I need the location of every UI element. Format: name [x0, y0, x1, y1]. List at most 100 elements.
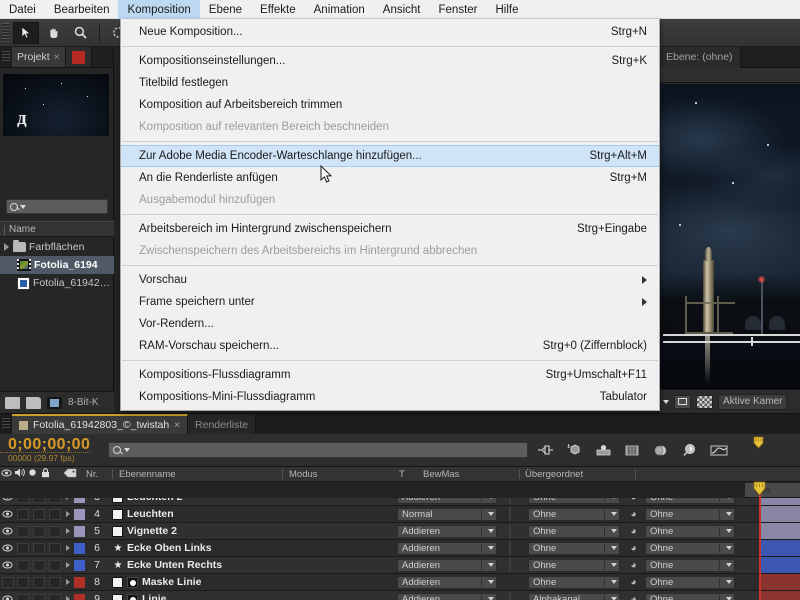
trackmatte-toggle[interactable]: [509, 498, 511, 504]
menu-item-11[interactable]: Frame speichern unter: [121, 291, 659, 313]
solo-toggle[interactable]: [33, 560, 45, 571]
menu-bearbeiten[interactable]: Bearbeiten: [45, 0, 119, 19]
menu-fenster[interactable]: Fenster: [430, 0, 487, 19]
track-matte-select[interactable]: Ohne: [528, 576, 620, 589]
solo-toggle[interactable]: [33, 577, 45, 588]
layer-name[interactable]: Ecke Oben Links: [127, 542, 212, 554]
timeline-layer-row[interactable]: 6★Ecke Oben LinksAddierenOhne◕Ohne: [0, 540, 800, 557]
layer-label-swatch[interactable]: [74, 560, 85, 571]
timeline-layer-row[interactable]: 9LinieAddierenAlphakanal◕Ohne: [0, 591, 800, 600]
solo-toggle[interactable]: [33, 498, 45, 503]
layer-label-swatch[interactable]: [74, 498, 85, 503]
layer-name[interactable]: Maske Linie: [142, 576, 202, 588]
disclosure-triangle-icon[interactable]: [66, 528, 70, 534]
track-matte-select[interactable]: Ohne: [528, 508, 620, 521]
parent-select[interactable]: Ohne: [645, 593, 735, 600]
timeline-layer-row[interactable]: 7★Ecke Unten RechtsAddierenOhne◕Ohne: [0, 557, 800, 574]
layer-duration-bar[interactable]: [760, 574, 800, 590]
parent-select[interactable]: Ohne: [645, 508, 735, 521]
track-matte-select[interactable]: Alphakanal: [528, 593, 620, 600]
disclosure-triangle-icon[interactable]: [66, 498, 70, 500]
tab-projekt-close-icon[interactable]: ×: [54, 52, 60, 63]
layer-label-swatch[interactable]: [74, 526, 85, 537]
motion-blur-icon[interactable]: [652, 441, 670, 459]
composition-mini-flowchart-icon[interactable]: [536, 441, 554, 459]
project-list-item[interactable]: Fotolia_61942…: [0, 274, 114, 292]
tab-projekt[interactable]: Projekt ×: [12, 47, 66, 67]
disclosure-triangle-icon[interactable]: [4, 243, 9, 251]
timeline-ruler-marker[interactable]: [752, 436, 765, 454]
blend-mode-select[interactable]: Addieren: [397, 498, 497, 504]
parent-select[interactable]: Ohne: [645, 498, 735, 504]
menu-hilfe[interactable]: Hilfe: [487, 0, 528, 19]
track-matte-select[interactable]: Ohne: [528, 525, 620, 538]
audio-toggle[interactable]: [17, 526, 29, 537]
trackmatte-toggle[interactable]: [509, 592, 511, 600]
menu-effekte[interactable]: Effekte: [251, 0, 305, 19]
blend-mode-select[interactable]: Normal: [397, 508, 497, 521]
solo-toggle[interactable]: [33, 526, 45, 537]
visibility-toggle[interactable]: [0, 544, 15, 552]
safe-zones-icon[interactable]: [674, 395, 691, 409]
project-search-input[interactable]: [6, 199, 108, 214]
layer-duration-bar[interactable]: [760, 591, 800, 600]
lock-toggle[interactable]: [49, 594, 61, 600]
visibility-toggle[interactable]: [0, 527, 15, 535]
audio-toggle[interactable]: [17, 498, 29, 503]
layer-duration-bar[interactable]: [760, 557, 800, 573]
visibility-toggle[interactable]: [0, 561, 15, 569]
solo-toggle[interactable]: [33, 594, 45, 600]
parent-select[interactable]: Ohne: [645, 576, 735, 589]
draft-3d-icon[interactable]: [565, 441, 583, 459]
menu-item-8[interactable]: Arbeitsbereich im Hintergrund zwischensp…: [121, 218, 659, 240]
visibility-toggle[interactable]: [0, 498, 15, 501]
parent-select[interactable]: Ohne: [645, 542, 735, 555]
tab-effect-controls[interactable]: [66, 47, 92, 67]
menu-item-6[interactable]: An die Renderliste anfügenStrg+M: [121, 167, 659, 189]
menu-datei[interactable]: Datei: [0, 0, 45, 19]
project-list-item[interactable]: Farbflächen: [0, 238, 114, 256]
menu-item-15[interactable]: Kompositions-Mini-FlussdiagrammTabulator: [121, 386, 659, 408]
menu-item-1[interactable]: Kompositionseinstellungen...Strg+K: [121, 50, 659, 72]
parent-pickwhip-icon[interactable]: ◕: [628, 509, 639, 520]
trackmatte-toggle[interactable]: [509, 558, 511, 572]
blend-mode-select[interactable]: Addieren: [397, 559, 497, 572]
graph-editor-icon[interactable]: [710, 441, 728, 459]
disclosure-triangle-icon[interactable]: [66, 545, 70, 551]
menu-item-12[interactable]: Vor-Rendern...: [121, 313, 659, 335]
menu-item-14[interactable]: Kompositions-FlussdiagrammStrg+Umschalt+…: [121, 364, 659, 386]
chevron-down-icon[interactable]: [124, 448, 130, 452]
layer-name[interactable]: Linie: [142, 593, 167, 600]
menu-item-3[interactable]: Komposition auf Arbeitsbereich trimmen: [121, 94, 659, 116]
layer-name[interactable]: Vignette 2: [127, 525, 177, 537]
track-matte-select[interactable]: Ohne: [528, 498, 620, 504]
project-list-item[interactable]: Fotolia_6194: [0, 256, 114, 274]
audio-toggle[interactable]: [17, 594, 29, 600]
layer-name[interactable]: Ecke Unten Rechts: [127, 559, 222, 571]
disclosure-triangle-icon[interactable]: [66, 579, 70, 585]
layer-label-swatch[interactable]: [74, 594, 85, 600]
tab-composition-timeline[interactable]: Fotolia_61942803_©_twistah ×: [12, 414, 188, 434]
transparency-grid-icon[interactable]: [696, 395, 713, 409]
menu-item-13[interactable]: RAM-Vorschau speichern...Strg+0 (Ziffern…: [121, 335, 659, 357]
solo-toggle[interactable]: [33, 543, 45, 554]
hide-shy-layers-icon[interactable]: [594, 441, 612, 459]
viewer-zoom-chevron-icon[interactable]: [663, 400, 669, 404]
menu-animation[interactable]: Animation: [305, 0, 374, 19]
hand-tool-icon[interactable]: [40, 22, 66, 44]
new-folder-icon[interactable]: [26, 397, 41, 409]
audio-toggle[interactable]: [17, 543, 29, 554]
disclosure-triangle-icon[interactable]: [66, 511, 70, 517]
layer-duration-bar[interactable]: [760, 506, 800, 522]
menu-komposition[interactable]: Komposition: [118, 0, 199, 19]
brainstorm-icon[interactable]: [681, 441, 699, 459]
layer-name[interactable]: Leuchten 2: [127, 498, 182, 503]
frame-blending-icon[interactable]: [623, 441, 641, 459]
tab-renderliste[interactable]: Renderliste: [188, 414, 256, 434]
parent-pickwhip-icon[interactable]: ◕: [628, 498, 639, 503]
menu-ansicht[interactable]: Ansicht: [374, 0, 430, 19]
visibility-toggle[interactable]: [0, 510, 15, 518]
tab-ebene[interactable]: Ebene: (ohne): [659, 47, 741, 68]
parent-pickwhip-icon[interactable]: ◕: [628, 543, 639, 554]
current-time-display[interactable]: 0;00;00;00: [0, 437, 90, 453]
